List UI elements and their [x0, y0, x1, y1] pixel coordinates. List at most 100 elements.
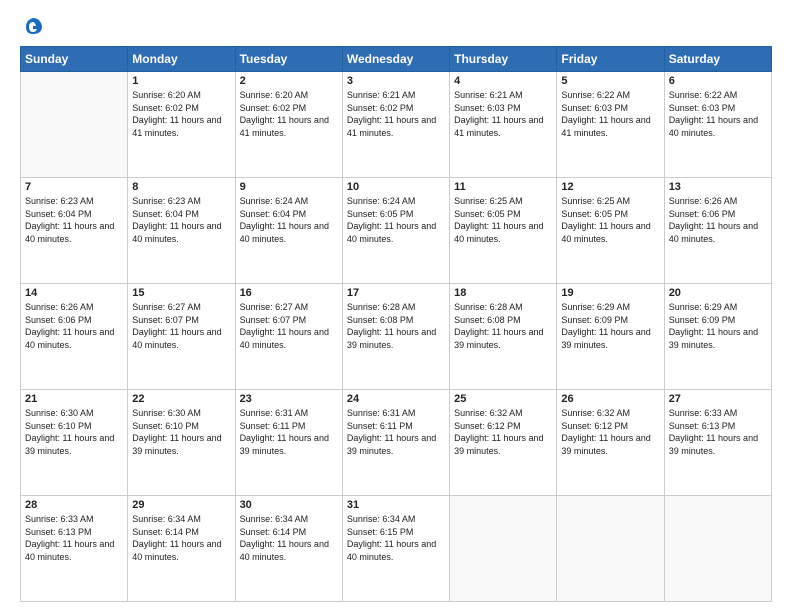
day-number: 24	[347, 393, 445, 405]
calendar-cell: 21 Sunrise: 6:30 AM Sunset: 6:10 PM Dayl…	[21, 390, 128, 496]
calendar-cell: 9 Sunrise: 6:24 AM Sunset: 6:04 PM Dayli…	[235, 178, 342, 284]
calendar-cell: 28 Sunrise: 6:33 AM Sunset: 6:13 PM Dayl…	[21, 496, 128, 602]
day-info: Sunrise: 6:26 AM Sunset: 6:06 PM Dayligh…	[25, 301, 123, 351]
calendar-cell	[21, 72, 128, 178]
day-number: 20	[669, 287, 767, 299]
day-number: 30	[240, 499, 338, 511]
weekday-header: Tuesday	[235, 47, 342, 72]
calendar-cell: 10 Sunrise: 6:24 AM Sunset: 6:05 PM Dayl…	[342, 178, 449, 284]
day-info: Sunrise: 6:33 AM Sunset: 6:13 PM Dayligh…	[25, 513, 123, 563]
calendar-cell	[664, 496, 771, 602]
day-number: 15	[132, 287, 230, 299]
calendar-cell: 7 Sunrise: 6:23 AM Sunset: 6:04 PM Dayli…	[21, 178, 128, 284]
day-number: 19	[561, 287, 659, 299]
day-info: Sunrise: 6:27 AM Sunset: 6:07 PM Dayligh…	[132, 301, 230, 351]
weekday-header: Friday	[557, 47, 664, 72]
calendar-cell: 13 Sunrise: 6:26 AM Sunset: 6:06 PM Dayl…	[664, 178, 771, 284]
calendar-cell: 15 Sunrise: 6:27 AM Sunset: 6:07 PM Dayl…	[128, 284, 235, 390]
day-number: 8	[132, 181, 230, 193]
header-row: SundayMondayTuesdayWednesdayThursdayFrid…	[21, 47, 772, 72]
day-info: Sunrise: 6:20 AM Sunset: 6:02 PM Dayligh…	[240, 89, 338, 139]
weekday-header: Wednesday	[342, 47, 449, 72]
day-info: Sunrise: 6:34 AM Sunset: 6:14 PM Dayligh…	[240, 513, 338, 563]
day-info: Sunrise: 6:25 AM Sunset: 6:05 PM Dayligh…	[561, 195, 659, 245]
day-info: Sunrise: 6:29 AM Sunset: 6:09 PM Dayligh…	[561, 301, 659, 351]
calendar-cell: 6 Sunrise: 6:22 AM Sunset: 6:03 PM Dayli…	[664, 72, 771, 178]
day-number: 23	[240, 393, 338, 405]
calendar-cell: 18 Sunrise: 6:28 AM Sunset: 6:08 PM Dayl…	[450, 284, 557, 390]
day-number: 16	[240, 287, 338, 299]
day-info: Sunrise: 6:20 AM Sunset: 6:02 PM Dayligh…	[132, 89, 230, 139]
day-number: 29	[132, 499, 230, 511]
weekday-header: Monday	[128, 47, 235, 72]
day-info: Sunrise: 6:21 AM Sunset: 6:03 PM Dayligh…	[454, 89, 552, 139]
calendar-cell	[450, 496, 557, 602]
day-info: Sunrise: 6:31 AM Sunset: 6:11 PM Dayligh…	[347, 407, 445, 457]
day-info: Sunrise: 6:32 AM Sunset: 6:12 PM Dayligh…	[561, 407, 659, 457]
day-info: Sunrise: 6:21 AM Sunset: 6:02 PM Dayligh…	[347, 89, 445, 139]
day-number: 31	[347, 499, 445, 511]
day-info: Sunrise: 6:27 AM Sunset: 6:07 PM Dayligh…	[240, 301, 338, 351]
calendar-cell: 16 Sunrise: 6:27 AM Sunset: 6:07 PM Dayl…	[235, 284, 342, 390]
day-number: 14	[25, 287, 123, 299]
day-info: Sunrise: 6:22 AM Sunset: 6:03 PM Dayligh…	[669, 89, 767, 139]
calendar-row: 1 Sunrise: 6:20 AM Sunset: 6:02 PM Dayli…	[21, 72, 772, 178]
calendar-row: 14 Sunrise: 6:26 AM Sunset: 6:06 PM Dayl…	[21, 284, 772, 390]
weekday-header: Saturday	[664, 47, 771, 72]
day-number: 18	[454, 287, 552, 299]
calendar-cell: 3 Sunrise: 6:21 AM Sunset: 6:02 PM Dayli…	[342, 72, 449, 178]
calendar-cell: 31 Sunrise: 6:34 AM Sunset: 6:15 PM Dayl…	[342, 496, 449, 602]
day-number: 12	[561, 181, 659, 193]
calendar-cell: 11 Sunrise: 6:25 AM Sunset: 6:05 PM Dayl…	[450, 178, 557, 284]
day-info: Sunrise: 6:32 AM Sunset: 6:12 PM Dayligh…	[454, 407, 552, 457]
calendar-cell: 22 Sunrise: 6:30 AM Sunset: 6:10 PM Dayl…	[128, 390, 235, 496]
day-number: 11	[454, 181, 552, 193]
day-number: 22	[132, 393, 230, 405]
weekday-header: Thursday	[450, 47, 557, 72]
day-info: Sunrise: 6:23 AM Sunset: 6:04 PM Dayligh…	[25, 195, 123, 245]
day-number: 17	[347, 287, 445, 299]
day-number: 9	[240, 181, 338, 193]
day-number: 7	[25, 181, 123, 193]
calendar-cell: 8 Sunrise: 6:23 AM Sunset: 6:04 PM Dayli…	[128, 178, 235, 284]
calendar-cell: 5 Sunrise: 6:22 AM Sunset: 6:03 PM Dayli…	[557, 72, 664, 178]
day-number: 5	[561, 75, 659, 87]
calendar-cell: 29 Sunrise: 6:34 AM Sunset: 6:14 PM Dayl…	[128, 496, 235, 602]
page: SundayMondayTuesdayWednesdayThursdayFrid…	[0, 0, 792, 612]
day-info: Sunrise: 6:30 AM Sunset: 6:10 PM Dayligh…	[25, 407, 123, 457]
day-info: Sunrise: 6:29 AM Sunset: 6:09 PM Dayligh…	[669, 301, 767, 351]
day-number: 13	[669, 181, 767, 193]
day-info: Sunrise: 6:24 AM Sunset: 6:04 PM Dayligh…	[240, 195, 338, 245]
day-info: Sunrise: 6:26 AM Sunset: 6:06 PM Dayligh…	[669, 195, 767, 245]
day-info: Sunrise: 6:25 AM Sunset: 6:05 PM Dayligh…	[454, 195, 552, 245]
header	[20, 18, 772, 38]
day-number: 27	[669, 393, 767, 405]
day-info: Sunrise: 6:28 AM Sunset: 6:08 PM Dayligh…	[347, 301, 445, 351]
day-number: 28	[25, 499, 123, 511]
calendar-cell: 27 Sunrise: 6:33 AM Sunset: 6:13 PM Dayl…	[664, 390, 771, 496]
calendar-cell	[557, 496, 664, 602]
day-info: Sunrise: 6:23 AM Sunset: 6:04 PM Dayligh…	[132, 195, 230, 245]
calendar-cell: 4 Sunrise: 6:21 AM Sunset: 6:03 PM Dayli…	[450, 72, 557, 178]
calendar-cell: 19 Sunrise: 6:29 AM Sunset: 6:09 PM Dayl…	[557, 284, 664, 390]
day-number: 1	[132, 75, 230, 87]
calendar-cell: 26 Sunrise: 6:32 AM Sunset: 6:12 PM Dayl…	[557, 390, 664, 496]
day-info: Sunrise: 6:30 AM Sunset: 6:10 PM Dayligh…	[132, 407, 230, 457]
calendar-cell: 24 Sunrise: 6:31 AM Sunset: 6:11 PM Dayl…	[342, 390, 449, 496]
calendar-row: 28 Sunrise: 6:33 AM Sunset: 6:13 PM Dayl…	[21, 496, 772, 602]
calendar-cell: 1 Sunrise: 6:20 AM Sunset: 6:02 PM Dayli…	[128, 72, 235, 178]
day-info: Sunrise: 6:31 AM Sunset: 6:11 PM Dayligh…	[240, 407, 338, 457]
calendar-row: 7 Sunrise: 6:23 AM Sunset: 6:04 PM Dayli…	[21, 178, 772, 284]
weekday-header: Sunday	[21, 47, 128, 72]
logo-icon	[22, 16, 44, 38]
calendar-cell: 20 Sunrise: 6:29 AM Sunset: 6:09 PM Dayl…	[664, 284, 771, 390]
day-info: Sunrise: 6:24 AM Sunset: 6:05 PM Dayligh…	[347, 195, 445, 245]
day-number: 6	[669, 75, 767, 87]
calendar-cell: 25 Sunrise: 6:32 AM Sunset: 6:12 PM Dayl…	[450, 390, 557, 496]
calendar-cell: 12 Sunrise: 6:25 AM Sunset: 6:05 PM Dayl…	[557, 178, 664, 284]
day-number: 3	[347, 75, 445, 87]
day-info: Sunrise: 6:33 AM Sunset: 6:13 PM Dayligh…	[669, 407, 767, 457]
day-number: 2	[240, 75, 338, 87]
day-info: Sunrise: 6:28 AM Sunset: 6:08 PM Dayligh…	[454, 301, 552, 351]
day-number: 26	[561, 393, 659, 405]
